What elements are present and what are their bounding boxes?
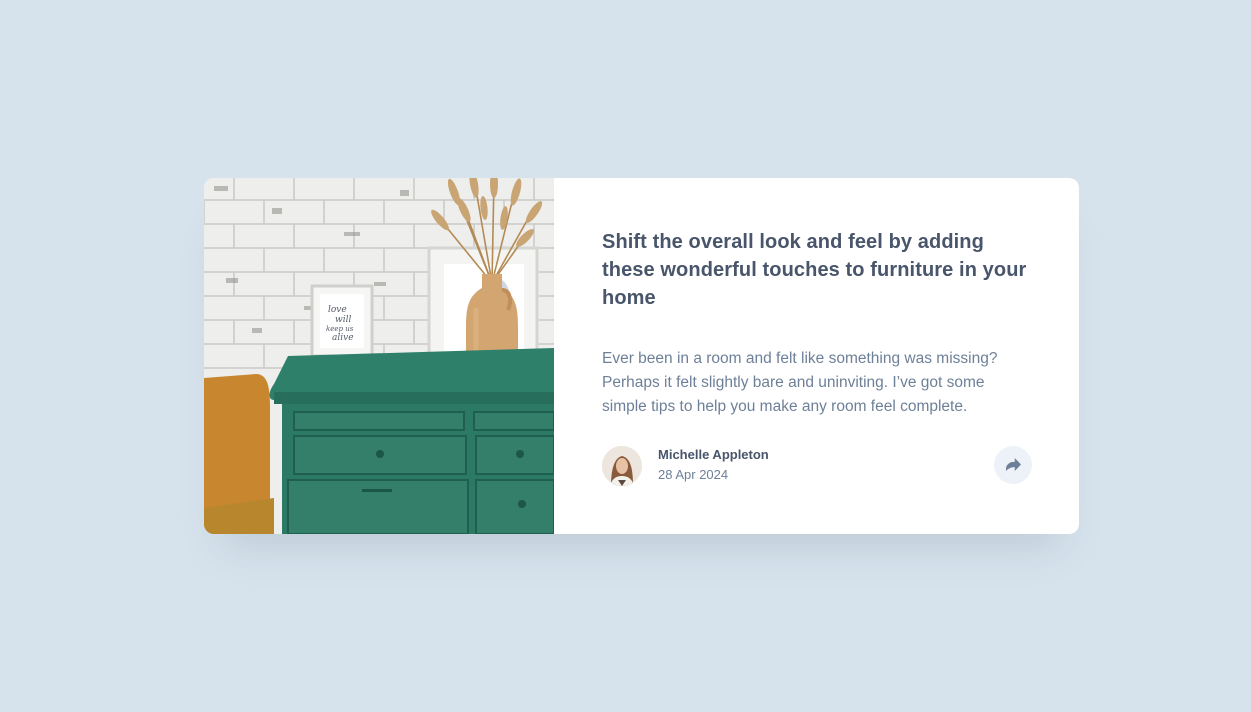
- share-arrow-icon: [1005, 458, 1021, 471]
- share-button[interactable]: [994, 445, 1032, 484]
- frame-text-line-4: alive: [332, 333, 354, 343]
- article-card: love will keep us alive Shift the overal…: [204, 178, 1079, 534]
- article-excerpt: Ever been in a room and felt like someth…: [602, 350, 998, 415]
- frame-text-line-1: love: [328, 305, 347, 315]
- article-image: love will keep us alive: [204, 178, 554, 534]
- frame-text-line-3: keep us: [326, 325, 354, 333]
- drawers-illustration: love will keep us alive: [204, 178, 554, 534]
- author-name: Michelle Appleton: [658, 447, 769, 462]
- article-content: Shift the overall look and feel by addin…: [554, 178, 1079, 534]
- author-avatar: [602, 446, 642, 486]
- author-info: Michelle Appleton 28 Apr 2024: [658, 446, 769, 486]
- article-title: Shift the overall look and feel by addin…: [602, 231, 1027, 309]
- frame-text-line-2: will: [335, 315, 351, 325]
- author-row: Michelle Appleton 28 Apr 2024: [602, 445, 1032, 486]
- publish-date: 28 Apr 2024: [658, 467, 729, 482]
- avatar-photo: [602, 446, 642, 486]
